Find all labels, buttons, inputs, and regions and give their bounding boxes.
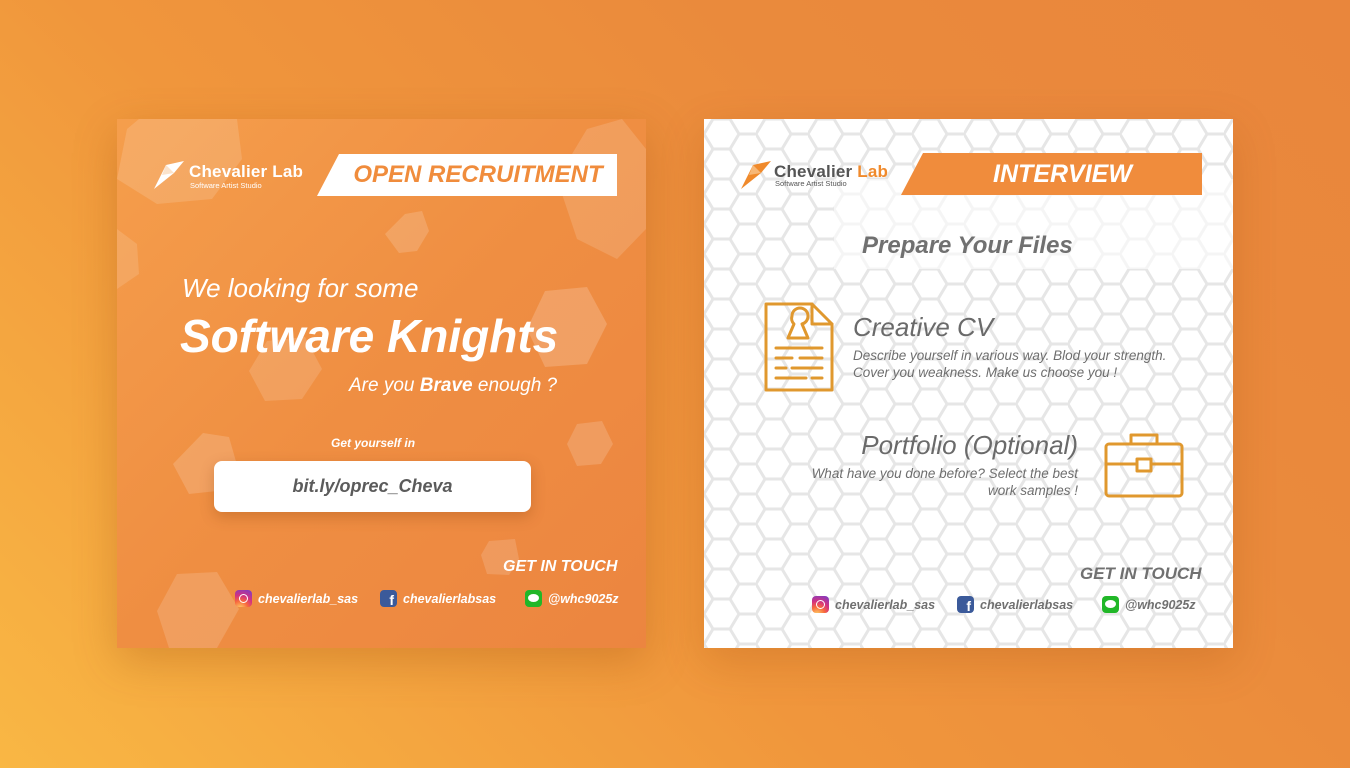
facebook-icon: f [380, 590, 397, 607]
get-in-touch-heading: GET IN TOUCH [503, 558, 618, 575]
portfolio-description: What have you done before? Select the be… [811, 466, 1078, 498]
intro-line: We looking for some [182, 273, 419, 303]
instagram-link[interactable]: chevalierlab_sas [235, 590, 358, 607]
briefcase-icon [1104, 433, 1184, 498]
chevalier-logo-icon [154, 161, 184, 189]
instagram-icon [812, 596, 829, 613]
cv-title: Creative CV [853, 312, 994, 342]
cv-document-icon [764, 302, 834, 392]
instagram-icon [235, 590, 252, 607]
section-title: Prepare Your Files [862, 232, 1073, 259]
logo-subtitle: Software Artist Studio [190, 181, 262, 190]
recruitment-card: Chevalier Lab Software Artist Studio OPE… [117, 119, 646, 648]
get-in-touch-heading: GET IN TOUCH [1080, 564, 1202, 583]
link-label: Get yourself in [331, 436, 416, 450]
facebook-icon: f [957, 596, 974, 613]
recruitment-link[interactable]: bit.ly/oprec_Cheva [214, 461, 531, 512]
portfolio-title: Portfolio (Optional) [861, 430, 1078, 460]
chevalier-logo-icon [741, 161, 771, 189]
open-recruitment-banner: OPEN RECRUITMENT [353, 161, 603, 188]
facebook-link[interactable]: f chevalierlabsas [957, 596, 1073, 613]
instagram-link[interactable]: chevalierlab_sas [812, 596, 935, 613]
line-icon [1102, 596, 1119, 613]
logo-subtitle: Software Artist Studio [775, 179, 847, 188]
interview-banner: INTERVIEW [993, 159, 1132, 188]
headline: Software Knights [180, 310, 559, 362]
line-link[interactable]: @whc9025z [1102, 596, 1196, 613]
line-link[interactable]: @whc9025z [525, 590, 619, 607]
facebook-link[interactable]: f chevalierlabsas [380, 590, 496, 607]
line-icon [525, 590, 542, 607]
brave-question: Are you Brave enough ? [349, 375, 558, 396]
logo-wordmark: Chevalier Lab [189, 162, 304, 181]
interview-card: Chevalier Lab Software Artist Studio INT… [704, 119, 1233, 648]
cv-description: Describe yourself in various way. Blod y… [853, 348, 1167, 380]
